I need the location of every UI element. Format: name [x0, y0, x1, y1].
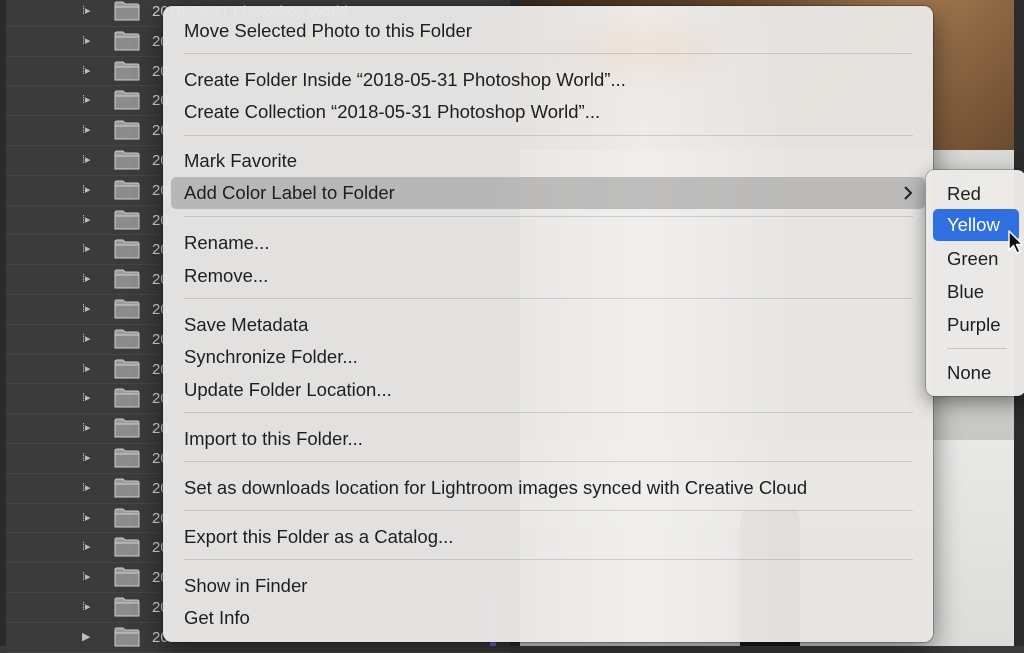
- menu-item-create-collection[interactable]: Create Collection “2018-05-31 Photoshop …: [184, 100, 600, 124]
- submenu-item-yellow[interactable]: Yellow: [933, 209, 1019, 241]
- submenu-item-none[interactable]: None: [947, 359, 991, 387]
- disclosure-triangle-icon[interactable]: ⁞▸: [82, 242, 96, 256]
- disclosure-triangle-icon[interactable]: ⁞▸: [82, 391, 96, 405]
- disclosure-triangle-icon[interactable]: ⁞▸: [82, 123, 96, 137]
- disclosure-triangle-icon[interactable]: ⁞▸: [82, 213, 96, 227]
- menu-item-set-downloads-location[interactable]: Set as downloads location for Lightroom …: [184, 476, 807, 500]
- folder-icon: [114, 359, 140, 379]
- folder-icon: [114, 150, 140, 170]
- folder-icon: [114, 61, 140, 81]
- submenu-item-red[interactable]: Red: [947, 180, 981, 208]
- disclosure-triangle-icon[interactable]: ▶: [82, 630, 96, 644]
- menu-separator: [184, 461, 913, 462]
- folder-icon: [114, 329, 140, 349]
- menu-item-move-selected[interactable]: Move Selected Photo to this Folder: [184, 19, 472, 43]
- menu-item-save-metadata[interactable]: Save Metadata: [184, 313, 308, 337]
- disclosure-triangle-icon[interactable]: ⁞▸: [82, 153, 96, 167]
- chevron-right-icon: [903, 177, 913, 219]
- folder-icon: [114, 180, 140, 200]
- folder-icon: [114, 508, 140, 528]
- folder-icon: [114, 210, 140, 230]
- menu-separator: [184, 412, 913, 413]
- disclosure-triangle-icon[interactable]: ⁞▸: [82, 540, 96, 554]
- menu-separator: [947, 348, 1007, 349]
- disclosure-triangle-icon[interactable]: ⁞▸: [82, 272, 96, 286]
- disclosure-triangle-icon[interactable]: ⁞▸: [82, 64, 96, 78]
- menu-item-add-color-label[interactable]: Add Color Label to Folder: [171, 177, 925, 209]
- menu-separator: [184, 216, 913, 217]
- menu-item-remove[interactable]: Remove...: [184, 264, 268, 288]
- folder-icon: [114, 627, 140, 647]
- folder-context-menu: Move Selected Photo to this Folder Creat…: [163, 6, 933, 642]
- folder-icon: [114, 269, 140, 289]
- disclosure-triangle-icon[interactable]: ⁞▸: [82, 302, 96, 316]
- disclosure-triangle-icon[interactable]: ⁞▸: [82, 481, 96, 495]
- folder-icon: [114, 418, 140, 438]
- folder-icon: [114, 448, 140, 468]
- mouse-cursor-icon: [1008, 230, 1024, 256]
- disclosure-triangle-icon[interactable]: ⁞▸: [82, 362, 96, 376]
- folder-icon: [114, 537, 140, 557]
- disclosure-triangle-icon[interactable]: ⁞▸: [82, 600, 96, 614]
- menu-item-update-folder-location[interactable]: Update Folder Location...: [184, 378, 392, 402]
- disclosure-triangle-icon[interactable]: ⁞▸: [82, 451, 96, 465]
- submenu-item-blue[interactable]: Blue: [947, 278, 984, 306]
- menu-item-mark-favorite[interactable]: Mark Favorite: [184, 149, 297, 173]
- menu-item-show-in-finder[interactable]: Show in Finder: [184, 574, 307, 598]
- disclosure-triangle-icon[interactable]: ⁞▸: [82, 570, 96, 584]
- submenu-item-purple[interactable]: Purple: [947, 311, 1000, 339]
- color-label-submenu: Red Yellow Green Blue Purple None: [926, 170, 1024, 396]
- menu-separator: [184, 135, 913, 136]
- menu-item-create-folder-inside[interactable]: Create Folder Inside “2018-05-31 Photosh…: [184, 68, 626, 92]
- menu-item-get-info[interactable]: Get Info: [184, 606, 250, 630]
- disclosure-triangle-icon[interactable]: ⁞▸: [82, 34, 96, 48]
- menu-separator: [184, 298, 913, 299]
- disclosure-triangle-icon[interactable]: ⁞▸: [82, 332, 96, 346]
- menu-item-import-to-folder[interactable]: Import to this Folder...: [184, 427, 363, 451]
- menu-item-export-as-catalog[interactable]: Export this Folder as a Catalog...: [184, 525, 453, 549]
- menu-item-label: Add Color Label to Folder: [184, 182, 395, 203]
- folder-icon: [114, 239, 140, 259]
- menu-item-rename[interactable]: Rename...: [184, 231, 269, 255]
- disclosure-triangle-icon[interactable]: ⁞▸: [82, 4, 96, 18]
- menu-separator: [184, 510, 913, 511]
- disclosure-triangle-icon[interactable]: ⁞▸: [82, 183, 96, 197]
- folder-icon: [114, 90, 140, 110]
- folder-icon: [114, 478, 140, 498]
- submenu-item-green[interactable]: Green: [947, 245, 998, 273]
- menu-separator: [184, 53, 913, 54]
- folder-icon: [114, 1, 140, 21]
- folder-icon: [114, 299, 140, 319]
- folder-icon: [114, 567, 140, 587]
- folder-icon: [114, 597, 140, 617]
- disclosure-triangle-icon[interactable]: ⁞▸: [82, 93, 96, 107]
- disclosure-triangle-icon[interactable]: ⁞▸: [82, 511, 96, 525]
- folder-icon: [114, 388, 140, 408]
- menu-separator: [184, 559, 913, 560]
- folder-icon: [114, 31, 140, 51]
- folder-icon: [114, 120, 140, 140]
- menu-item-synchronize-folder[interactable]: Synchronize Folder...: [184, 345, 358, 369]
- disclosure-triangle-icon[interactable]: ⁞▸: [82, 421, 96, 435]
